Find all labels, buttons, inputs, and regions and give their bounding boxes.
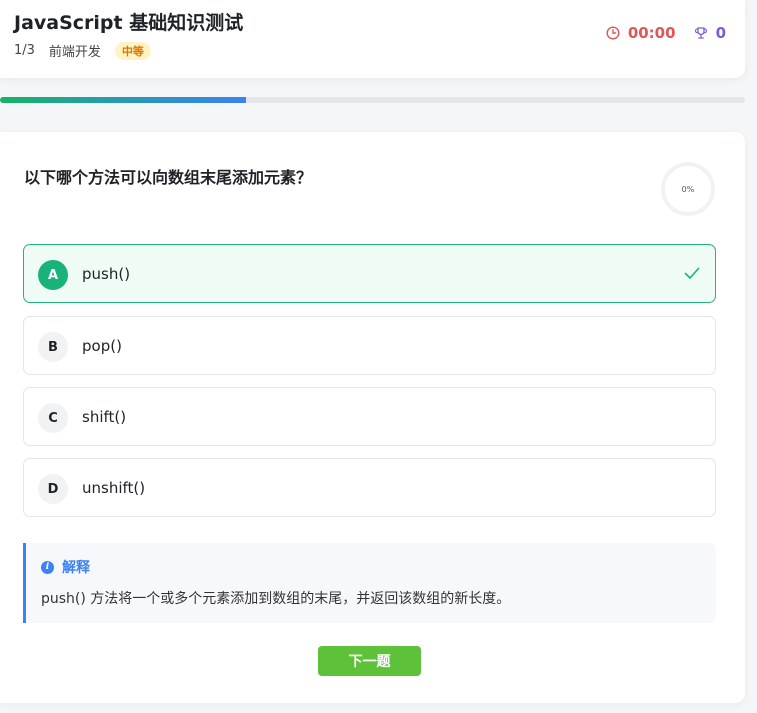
next-question-button[interactable]: 下一题: [318, 646, 421, 676]
question-card: 以下哪个方法可以向数组末尾添加元素？ 0% A push() B pop() C…: [0, 132, 745, 703]
score-value: 0: [715, 24, 726, 42]
explanation-text: push() 方法将一个或多个元素添加到数组的末尾，并返回该数组的新长度。: [41, 591, 511, 607]
ring-label: 0%: [681, 184, 695, 194]
difficulty-badge: 中等: [114, 41, 151, 60]
info-icon: i: [41, 560, 54, 574]
explanation-panel: i 解释 push() 方法将一个或多个元素添加到数组的末尾，并返回该数组的新长…: [23, 543, 716, 623]
quiz-title: JavaScript 基础知识测试: [14, 12, 244, 34]
check-icon: [684, 267, 700, 279]
option-letter: C: [38, 403, 68, 433]
quiz-meta: 1/3 前端开发 中等: [14, 41, 151, 60]
question-counter: 1/3: [14, 43, 35, 58]
option-c[interactable]: C shift(): [23, 387, 716, 446]
option-text: push(): [82, 265, 131, 283]
explanation-header: i 解释: [41, 557, 90, 577]
option-d[interactable]: D unshift(): [23, 458, 716, 517]
option-letter: D: [38, 474, 68, 504]
progress-fill: [0, 97, 246, 103]
option-text: pop(): [82, 337, 122, 355]
timer-value: 00:00: [627, 24, 676, 42]
clock-icon: [606, 26, 620, 40]
score: 0: [694, 24, 726, 42]
option-letter: B: [38, 332, 68, 362]
category-label: 前端开发: [48, 45, 101, 60]
question-text: 以下哪个方法可以向数组末尾添加元素？: [24, 168, 313, 187]
completion-ring: 0%: [660, 161, 716, 217]
quiz-header: JavaScript 基础知识测试 1/3 前端开发 中等 00:00 0: [0, 0, 745, 78]
option-b[interactable]: B pop(): [23, 316, 716, 375]
option-text: shift(): [82, 408, 127, 426]
progress-bar: [0, 97, 745, 103]
option-a[interactable]: A push(): [23, 244, 716, 303]
quiz-stats: 00:00 0: [606, 24, 726, 42]
explanation-title: 解释: [62, 560, 90, 576]
option-text: unshift(): [82, 479, 146, 497]
option-letter: A: [38, 260, 68, 290]
trophy-icon: [694, 27, 707, 39]
timer: 00:00: [606, 24, 676, 42]
